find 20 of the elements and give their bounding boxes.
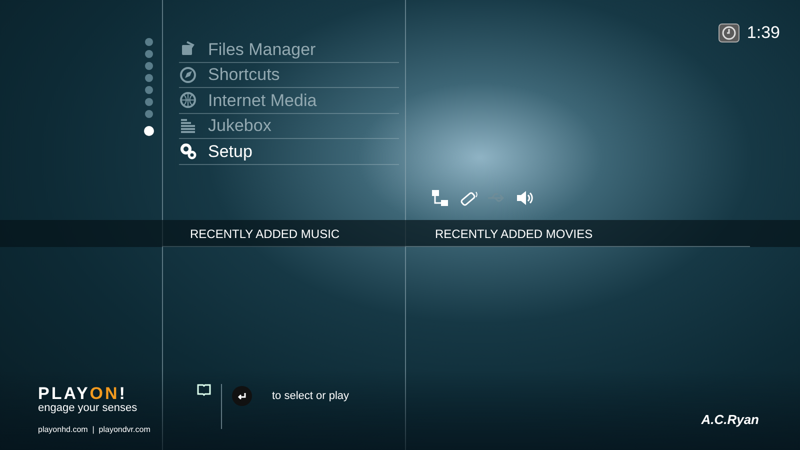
menu-item[interactable]: Jukebox bbox=[179, 114, 399, 139]
music-list-icon bbox=[179, 116, 197, 135]
playon-logo: PLAYON! bbox=[38, 385, 128, 402]
clock-time: 1:39 bbox=[746, 22, 780, 44]
globe-icon bbox=[179, 91, 197, 110]
menu-item[interactable]: Internet Media bbox=[179, 88, 399, 114]
book-icon bbox=[197, 384, 211, 396]
clock-icon bbox=[718, 22, 740, 43]
menu-item[interactable]: Shortcuts bbox=[179, 62, 399, 88]
enter-key-icon bbox=[232, 386, 252, 406]
website-links: playonhd.com | playondvr.com bbox=[38, 424, 150, 436]
gears-icon bbox=[179, 142, 197, 160]
menu-item[interactable]: Setup bbox=[179, 139, 399, 164]
section-title: RECENTLY ADDED MUSIC bbox=[190, 226, 340, 242]
hint-text: to select or play bbox=[272, 389, 350, 404]
section-title: RECENTLY ADDED MOVIES bbox=[435, 226, 593, 242]
compass-icon bbox=[179, 66, 197, 84]
manufacturer-logo: A.C.Ryan bbox=[701, 411, 759, 429]
tagline: engage your senses bbox=[38, 402, 138, 416]
menu-item[interactable]: Files Manager bbox=[179, 37, 399, 62]
